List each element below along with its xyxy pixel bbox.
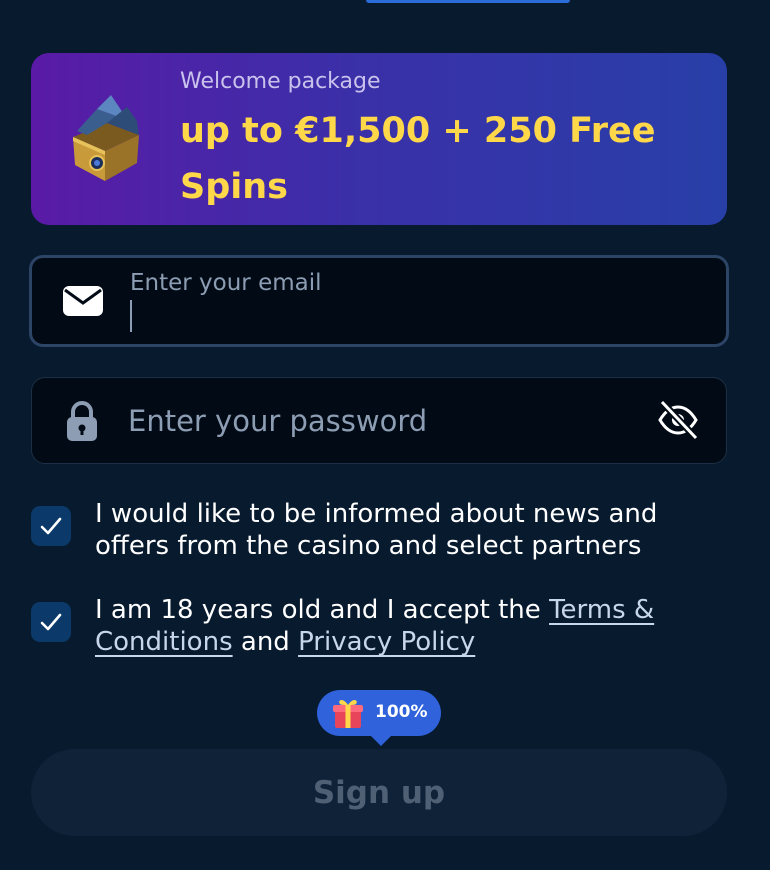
promo-kicker: Welcome package	[180, 69, 381, 94]
sign-up-button[interactable]: Sign up	[31, 749, 727, 836]
checkmark-icon	[40, 517, 62, 535]
active-tab-indicator	[366, 0, 570, 3]
checkmark-icon	[40, 613, 62, 631]
gift-icon	[333, 699, 363, 728]
envelope-icon	[63, 286, 103, 316]
email-input[interactable]	[128, 280, 628, 340]
signup-form: Welcome package up to €1,500 + 250 Free …	[0, 0, 770, 870]
eye-slash-icon[interactable]	[656, 398, 700, 442]
privacy-policy-link[interactable]: Privacy Policy	[298, 627, 475, 657]
consent-age-text-middle: and	[232, 627, 299, 657]
bonus-badge: 100%	[317, 690, 441, 746]
consent-age-text-before: I am 18 years old and I accept the	[95, 595, 550, 625]
consent-age-checkbox[interactable]	[31, 602, 71, 642]
password-input[interactable]	[128, 378, 628, 463]
consent-age-text: I am 18 years old and I accept the Terms…	[95, 594, 735, 658]
email-field[interactable]: Enter your email	[29, 255, 729, 347]
bonus-badge-label: 100%	[375, 702, 428, 722]
consent-news-text: I would like to be informed about news a…	[95, 499, 658, 561]
consent-age-row: I am 18 years old and I accept the Terms…	[31, 594, 731, 660]
lock-icon	[67, 401, 97, 441]
treasure-chest-icon	[73, 95, 139, 181]
consent-news-checkbox[interactable]	[31, 506, 71, 546]
consent-news-row: I would like to be informed about news a…	[31, 498, 731, 564]
password-field[interactable]	[31, 377, 727, 464]
promo-headline: up to €1,500 + 250 Free Spins	[180, 111, 656, 207]
welcome-package-banner: Welcome package up to €1,500 + 250 Free …	[31, 53, 727, 225]
